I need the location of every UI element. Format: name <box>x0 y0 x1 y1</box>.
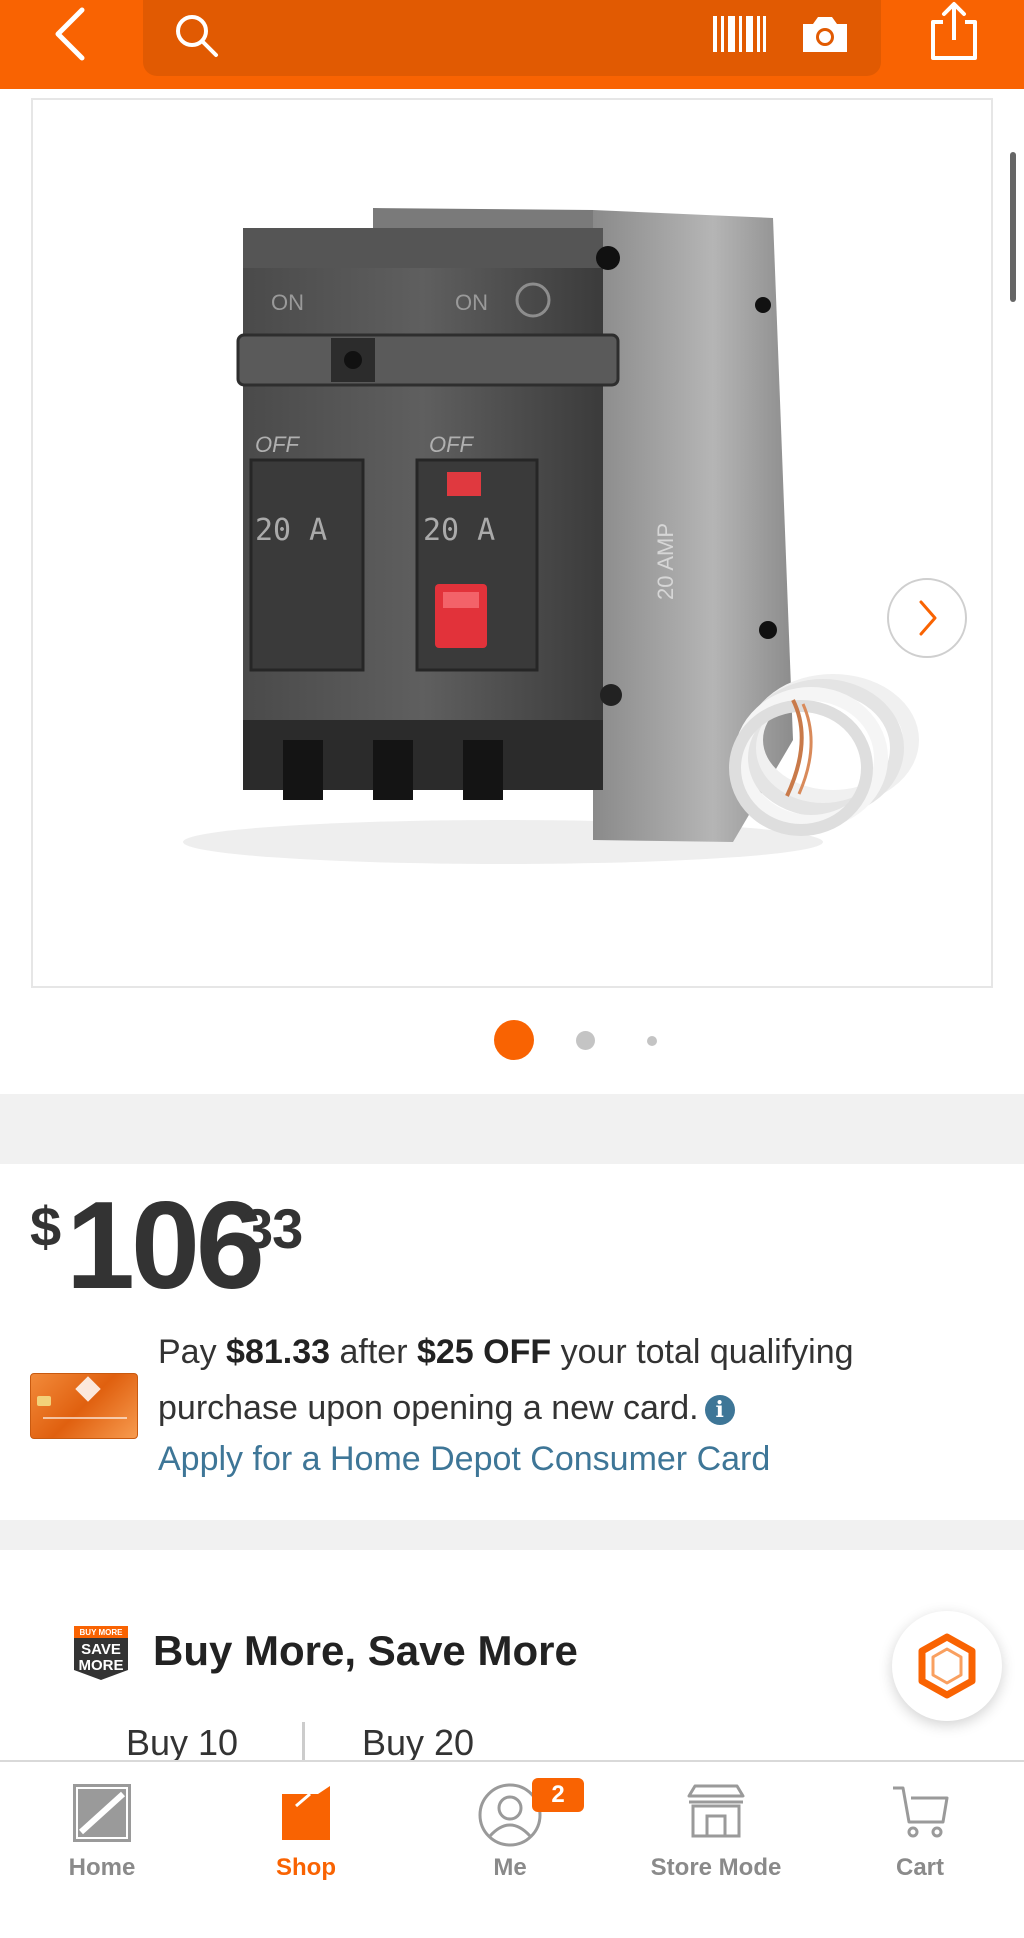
camera-icon[interactable] <box>799 12 851 56</box>
pagination-dot[interactable] <box>647 1036 657 1046</box>
nav-cart[interactable]: Cart <box>818 1762 1022 1902</box>
chevron-right-icon <box>919 600 937 636</box>
chevron-left-icon <box>55 7 85 61</box>
cart-icon <box>893 1786 949 1838</box>
section-divider <box>0 1520 1024 1550</box>
bottom-navigation: Home Shop 2 Me Store Mode Cart <box>0 1760 1024 1938</box>
home-depot-logo-icon <box>73 1784 131 1842</box>
nav-label-me: Me <box>493 1854 527 1881</box>
off-label-left: OFF <box>255 432 301 457</box>
product-image[interactable]: ON ON OFF OFF 20 A 20 A 20 AMP <box>31 98 993 988</box>
nav-store-mode[interactable]: Store Mode <box>614 1762 818 1902</box>
nav-label-cart: Cart <box>895 1854 944 1881</box>
amp-label-left: 20 A <box>255 513 327 548</box>
apply-card-link[interactable]: Apply for a Home Depot Consumer Card <box>158 1440 770 1479</box>
nav-label-home: Home <box>68 1854 136 1881</box>
buy-more-save-more-section: BUY MORE SAVE MORE Buy More, Save More B… <box>0 1550 1024 1760</box>
price-cents: 33 <box>242 1197 303 1260</box>
pagination-dot[interactable] <box>576 1031 595 1050</box>
buy-more-save-more-badge: BUY MORE SAVE MORE <box>74 1626 128 1680</box>
section-divider <box>0 1094 1024 1164</box>
card-promo-text: Pay $81.33 after $25 OFF your total qual… <box>158 1324 978 1436</box>
product-gallery: ON ON OFF OFF 20 A 20 A 20 AMP <box>0 89 1024 1094</box>
nav-label-store-mode: Store Mode <box>650 1854 782 1881</box>
shop-bag-icon <box>282 1786 330 1840</box>
chat-hexagon-icon <box>918 1633 976 1699</box>
promo-discounted-price: $81.33 <box>226 1333 331 1371</box>
scrollbar[interactable] <box>1010 152 1016 302</box>
buy-more-title: Buy More, Save More <box>153 1627 578 1674</box>
tier-option[interactable]: Buy 10 <box>126 1722 238 1760</box>
store-icon <box>687 1784 745 1838</box>
price-whole: 106 <box>66 1177 265 1315</box>
tier-divider <box>302 1722 305 1760</box>
nav-me[interactable]: 2 Me <box>408 1762 612 1902</box>
amp-label-right: 20 A <box>423 513 495 548</box>
next-image-button[interactable] <box>887 578 967 658</box>
info-icon[interactable]: i <box>704 1395 735 1425</box>
nav-label-shop: Shop <box>276 1854 336 1881</box>
search-input[interactable] <box>143 0 881 76</box>
notification-badge: 2 <box>532 1778 584 1812</box>
badge-line-3: MORE <box>79 1657 124 1674</box>
promo-discount: $25 OFF <box>416 1333 552 1371</box>
nav-shop[interactable]: Shop <box>204 1762 408 1902</box>
product-page: ON ON OFF OFF 20 A 20 A 20 AMP $ 106 33 … <box>0 0 1024 1938</box>
circuit-breaker-illustration: ON ON OFF OFF 20 A 20 A 20 AMP <box>183 208 919 864</box>
coiled-wire <box>729 674 919 836</box>
on-label-left: ON <box>271 290 304 315</box>
barcode-scan-icon[interactable] <box>711 10 767 58</box>
pagination-dot-active[interactable] <box>494 1020 534 1060</box>
side-rating-label: 20 AMP <box>653 523 678 600</box>
tier-option[interactable]: Buy 20 <box>362 1722 474 1760</box>
chat-button[interactable] <box>892 1611 1002 1721</box>
back-button[interactable] <box>40 4 100 64</box>
search-icon <box>176 15 218 57</box>
price-currency: $ <box>30 1195 62 1258</box>
top-bar <box>0 0 1024 89</box>
price-section: $ 106 33 Pay $81.33 after $25 OFF your t… <box>0 1164 1024 1520</box>
promo-text-pay: Pay <box>158 1333 227 1371</box>
badge-line-2: SAVE <box>81 1641 121 1658</box>
image-pagination-dots <box>0 1020 1024 1060</box>
on-label-right: ON <box>455 290 488 315</box>
promo-text-after: after <box>330 1333 417 1371</box>
nav-home[interactable]: Home <box>0 1762 204 1902</box>
badge-line-1: BUY MORE <box>80 1628 124 1637</box>
share-icon[interactable] <box>925 0 983 64</box>
off-label-right: OFF <box>429 432 475 457</box>
credit-card-icon <box>30 1373 138 1439</box>
